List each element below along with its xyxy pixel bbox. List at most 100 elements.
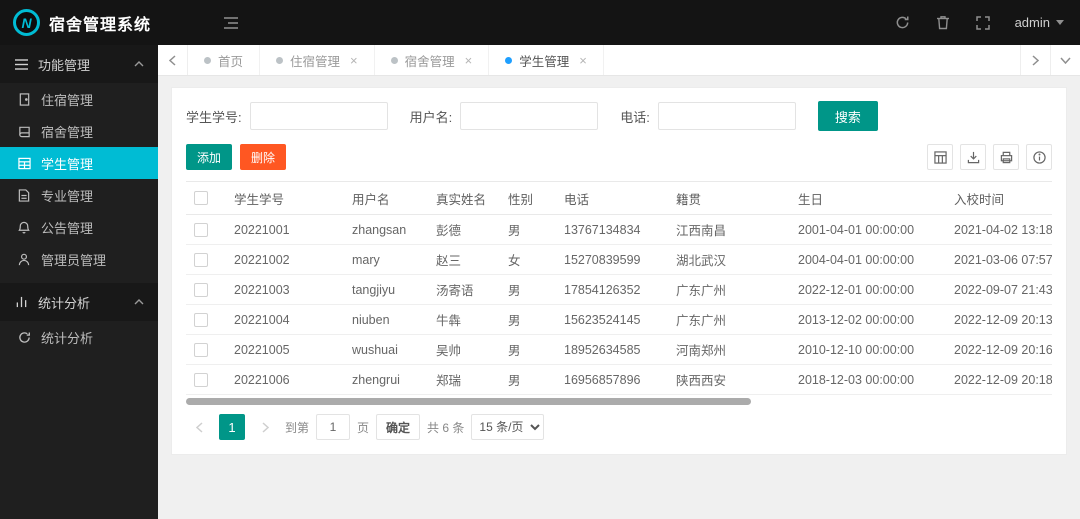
column-header: 真实姓名 xyxy=(428,181,500,215)
tab-dorm-mgmt[interactable]: 宿舍管理 × xyxy=(375,45,490,75)
page-next-icon[interactable] xyxy=(252,414,278,440)
stats-cycle-icon xyxy=(17,330,31,344)
tab-label: 住宿管理 xyxy=(290,54,341,69)
delete-button[interactable]: 删除 xyxy=(240,144,287,170)
table-cell: 2022-09-07 21:43:3 xyxy=(946,274,1052,305)
table-cell: 2021-03-06 07:57:3 xyxy=(946,244,1052,275)
table-cell: 男 xyxy=(500,274,556,305)
table-cell: zhengrui xyxy=(344,364,428,395)
username-input[interactable] xyxy=(460,102,599,130)
tab-dot-icon xyxy=(276,56,284,64)
page-prev-icon[interactable] xyxy=(186,414,212,440)
sidebar-item-admin-mgmt[interactable]: 管理员管理 xyxy=(0,243,158,275)
tab-bar: 首页 住宿管理 × 宿舍管理 × 学生管理 × xyxy=(158,45,1080,76)
search-button[interactable]: 搜索 xyxy=(817,101,878,131)
table-cell: 陕西西安 xyxy=(668,364,790,395)
section-label: 统计分析 xyxy=(38,295,91,311)
table-cell: 2004-04-01 00:00:00 xyxy=(790,244,946,275)
page-size-select[interactable]: 15 条/页 xyxy=(471,414,545,440)
column-header: 性别 xyxy=(500,181,556,215)
app-logo-icon: N xyxy=(13,9,40,36)
sidebar-collapse-icon[interactable] xyxy=(223,16,239,30)
filter-columns-icon[interactable] xyxy=(927,144,953,170)
sidebar-item-notice-mgmt[interactable]: 公告管理 xyxy=(0,211,158,243)
sidebar-section-statistics[interactable]: 统计分析 xyxy=(0,283,158,321)
sidebar-section-function-mgmt[interactable]: 功能管理 xyxy=(0,45,158,83)
sidebar-item-accommodation-mgmt[interactable]: 住宿管理 xyxy=(0,83,158,115)
table-cell: zhangsan xyxy=(344,214,428,245)
student-mgmt-panel: 学生学号: 用户名: 电话: 搜索 添加 删除 学生学号 用户名 真实姓名 性别… xyxy=(171,87,1067,455)
table-cell: mary xyxy=(344,244,428,275)
sidebar-item-major-mgmt[interactable]: 专业管理 xyxy=(0,179,158,211)
table-cell: 15270839599 xyxy=(556,244,668,275)
pagination: 1 到第 页 确定 共 6 条 15 条/页 xyxy=(186,414,1052,440)
menu-list-icon xyxy=(14,57,28,71)
user-menu[interactable]: admin xyxy=(1015,15,1064,30)
select-all-checkbox[interactable] xyxy=(194,191,208,206)
student-no-label: 学生学号: xyxy=(186,109,242,125)
chevron-up-icon xyxy=(134,299,144,305)
page-number-current[interactable]: 1 xyxy=(219,414,245,440)
phone-input[interactable] xyxy=(657,102,796,130)
sidebar-item-dorm-mgmt[interactable]: 宿舍管理 xyxy=(0,115,158,147)
tabs-menu-chevron-down-icon[interactable] xyxy=(1050,45,1080,75)
print-icon[interactable] xyxy=(993,144,1019,170)
tabs-scroll-left-icon[interactable] xyxy=(158,45,188,75)
info-icon[interactable] xyxy=(1026,144,1052,170)
add-button[interactable]: 添加 xyxy=(186,144,233,170)
section-label: 功能管理 xyxy=(38,57,91,73)
table-cell: 男 xyxy=(500,364,556,395)
tab-label: 首页 xyxy=(218,54,244,69)
row-select-cell xyxy=(186,304,226,335)
row-checkbox[interactable] xyxy=(194,252,208,267)
table-body: 20221001 zhangsan 彭德男 13767134834 江西南昌 2001-0… xyxy=(186,214,1052,395)
export-icon[interactable] xyxy=(960,144,986,170)
tab-close-icon[interactable]: × xyxy=(579,54,587,67)
table-cell: 郑瑞 xyxy=(428,364,500,395)
row-checkbox[interactable] xyxy=(194,222,208,237)
row-checkbox[interactable] xyxy=(194,342,208,357)
clear-cache-trash-icon[interactable] xyxy=(935,15,951,31)
table-cell: 20221003 xyxy=(226,274,344,305)
sidebar-item-label: 学生管理 xyxy=(41,156,94,172)
row-checkbox[interactable] xyxy=(194,282,208,297)
student-no-input[interactable] xyxy=(249,102,388,130)
table-cell: 2010-12-10 00:00:00 xyxy=(790,334,946,365)
row-checkbox[interactable] xyxy=(194,312,208,327)
table-cell: 彭德 xyxy=(428,214,500,245)
goto-page-input[interactable] xyxy=(316,414,351,440)
table-cell: 湖北武汉 xyxy=(668,244,790,275)
sidebar-item-label: 专业管理 xyxy=(41,188,94,204)
tab-student-mgmt[interactable]: 学生管理 × xyxy=(489,45,604,75)
table-toolbar: 添加 删除 xyxy=(186,144,1052,170)
tab-label: 宿舍管理 xyxy=(404,54,455,69)
tab-close-icon[interactable]: × xyxy=(350,54,358,67)
bell-icon xyxy=(17,220,31,234)
tab-home[interactable]: 首页 xyxy=(188,45,261,75)
tab-close-icon[interactable]: × xyxy=(465,54,473,67)
refresh-icon[interactable] xyxy=(895,15,911,31)
chevron-up-icon xyxy=(134,61,144,67)
goto-confirm-button[interactable]: 确定 xyxy=(376,414,421,440)
total-count-label: 共 6 条 xyxy=(427,420,465,435)
table-cell: 20221001 xyxy=(226,214,344,245)
row-select-cell xyxy=(186,244,226,275)
table-grid-icon xyxy=(17,156,31,170)
row-checkbox[interactable] xyxy=(194,372,208,387)
table-cell: 河南郑州 xyxy=(668,334,790,365)
tabs-scroll-right-icon[interactable] xyxy=(1020,45,1050,75)
page-unit-label: 页 xyxy=(357,420,370,435)
fullscreen-icon[interactable] xyxy=(975,15,991,31)
sidebar-item-label: 宿舍管理 xyxy=(41,124,94,140)
students-table: 学生学号 用户名 真实姓名 性别 电话 籍贯 生日 入校时间 20221001 zhangsan… xyxy=(186,181,1052,395)
table-cell: 20221002 xyxy=(226,244,344,275)
tab-accommodation-mgmt[interactable]: 住宿管理 × xyxy=(260,45,375,75)
table-cell: 2022-12-09 20:18:0 xyxy=(946,364,1052,395)
table-cell: 18952634585 xyxy=(556,334,668,365)
horizontal-scrollbar[interactable] xyxy=(186,398,751,405)
goto-label: 到第 xyxy=(285,420,310,435)
sidebar-item-student-mgmt[interactable]: 学生管理 xyxy=(0,147,158,179)
table-cell: tangjiyu xyxy=(344,274,428,305)
sidebar-item-statistics[interactable]: 统计分析 xyxy=(0,321,158,353)
table-cell: 江西南昌 xyxy=(668,214,790,245)
